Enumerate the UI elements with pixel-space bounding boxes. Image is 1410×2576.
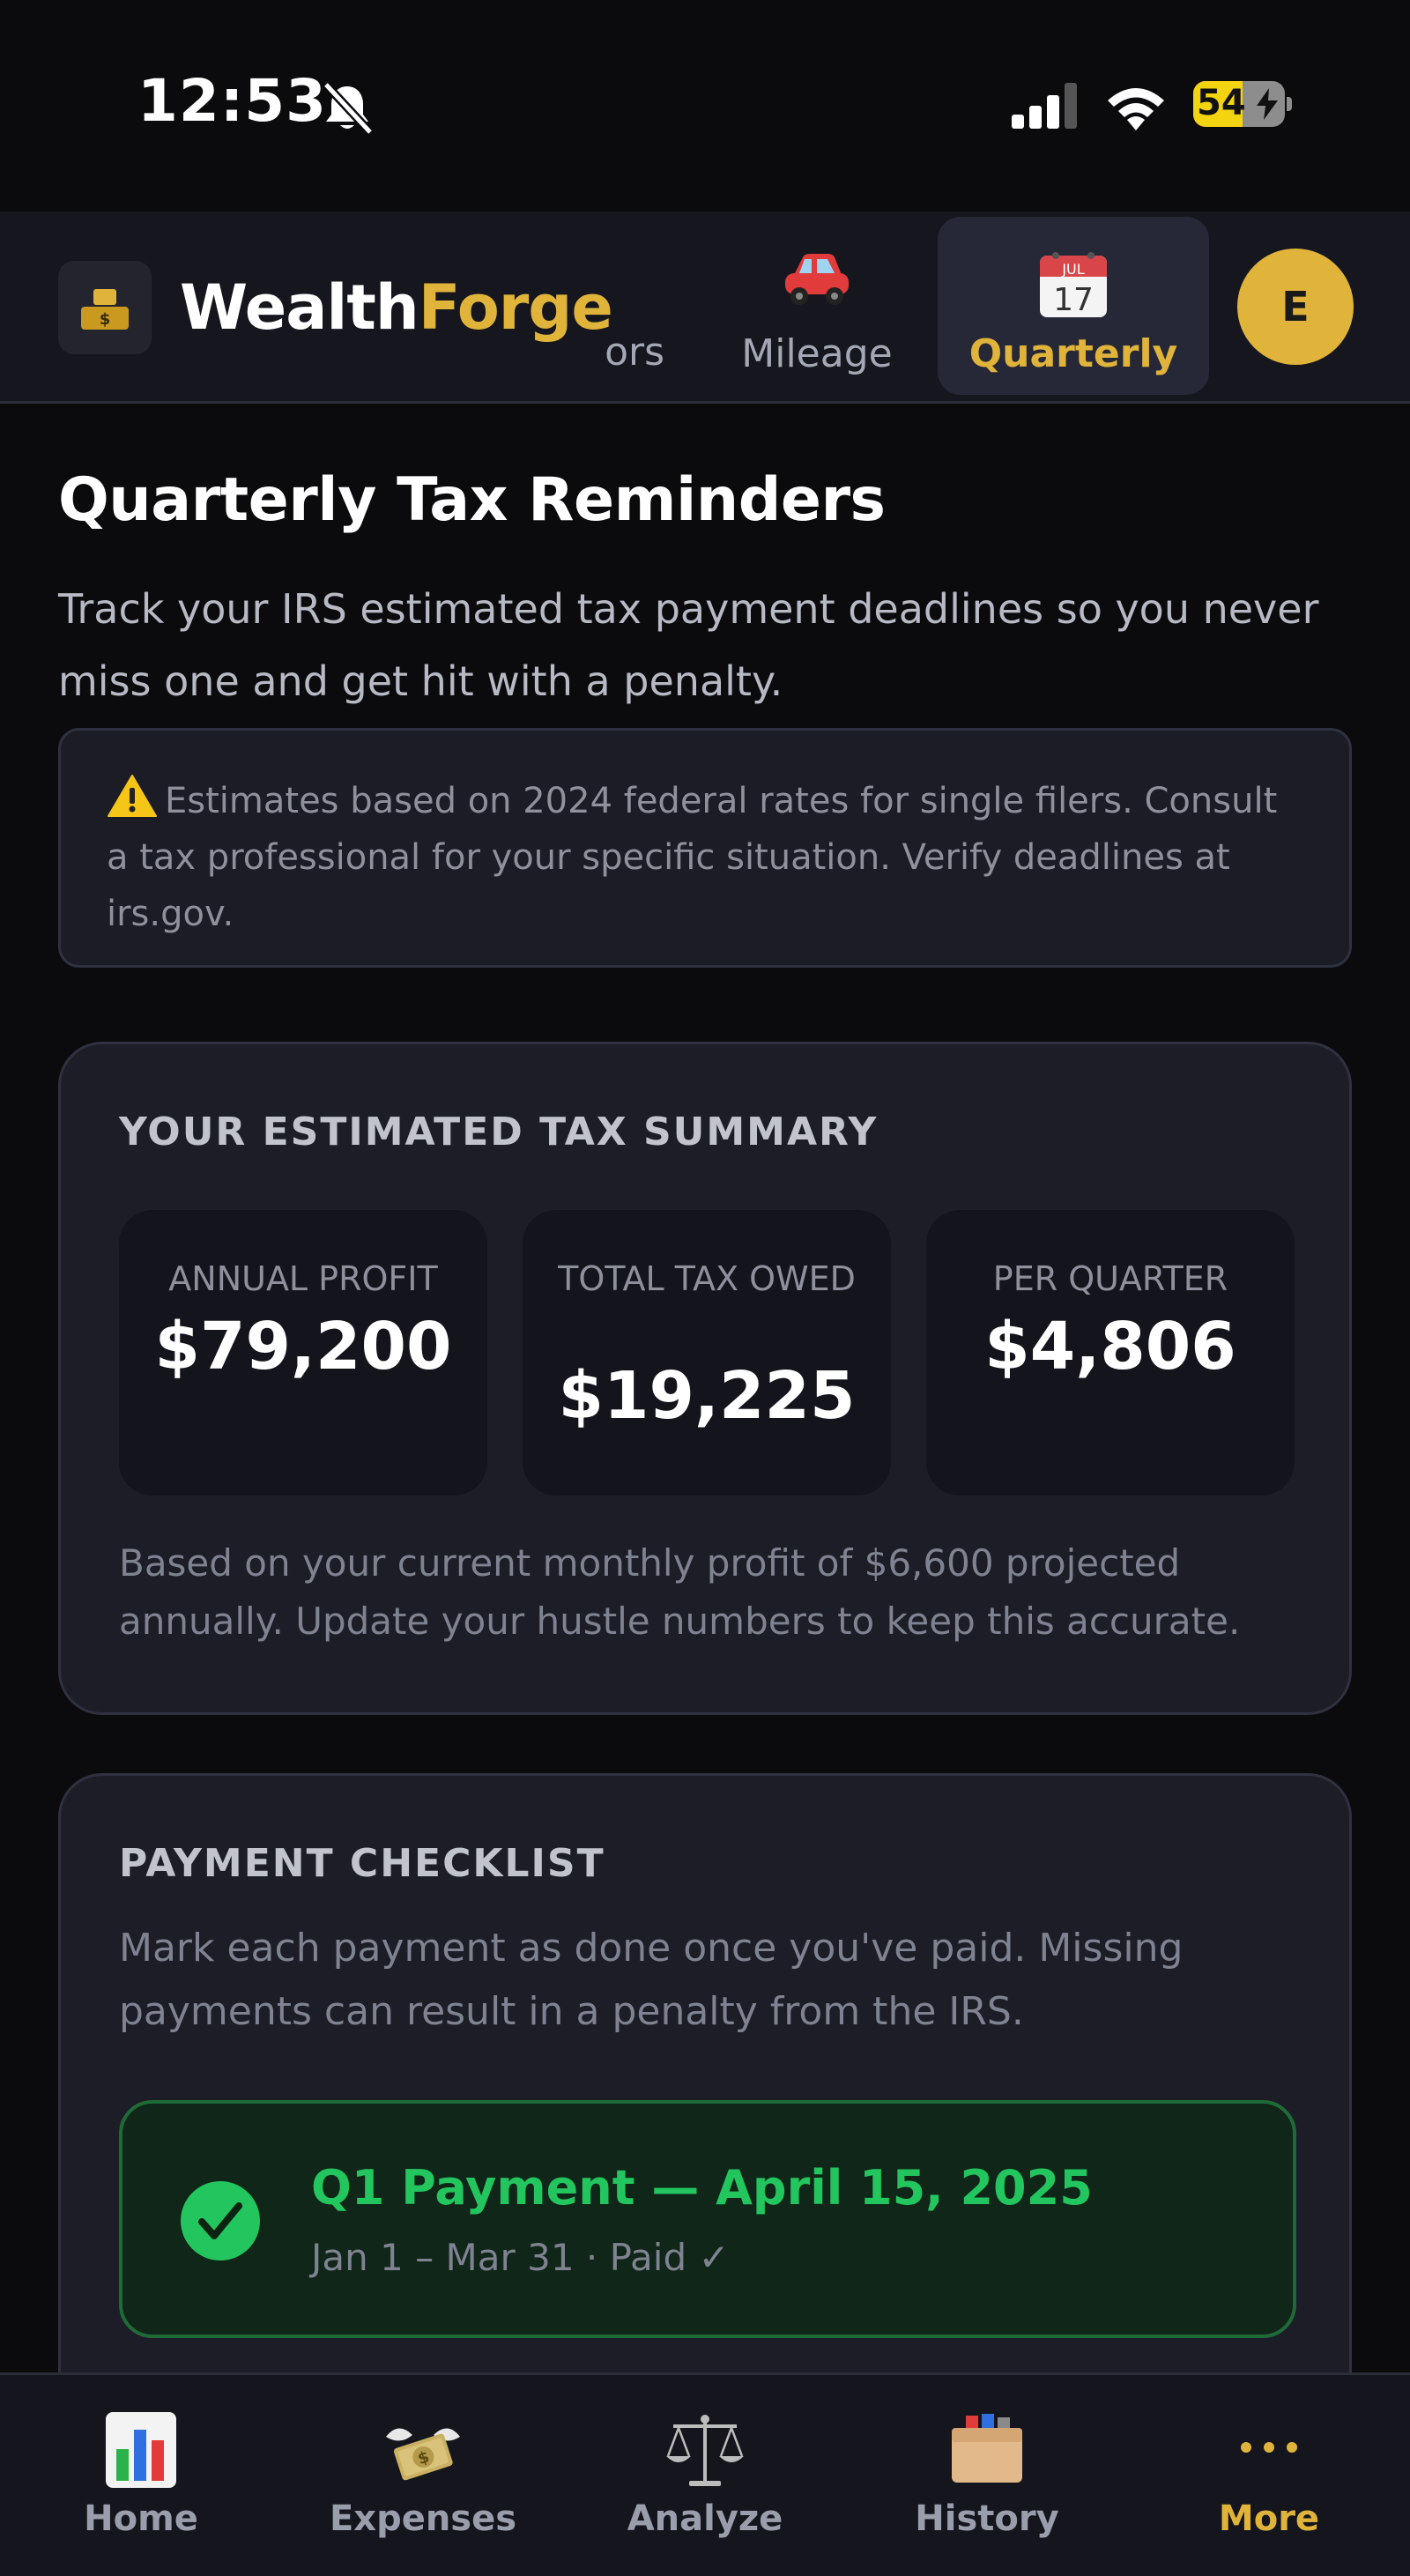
tax-summary-title: YOUR ESTIMATED TAX SUMMARY [119, 1110, 879, 1154]
tab-mileage[interactable]: Mileage [714, 217, 920, 395]
disclaimer-text: Estimates based on 2024 federal rates fo… [107, 781, 1278, 934]
battery-percent: 54 [1197, 83, 1246, 123]
checklist-title: PAYMENT CHECKLIST [119, 1841, 605, 1886]
bar-chart-icon [106, 2412, 176, 2488]
payment-item-q1[interactable]: Q1 Payment — April 15, 2025 Jan 1 – Mar … [119, 2100, 1296, 2338]
nav-expenses[interactable]: $ Expenses [308, 2410, 538, 2543]
status-time: 12:53 [137, 67, 328, 135]
nav-history-label: History [915, 2498, 1059, 2539]
disclaimer-banner: Estimates based on 2024 federal rates fo… [58, 728, 1352, 968]
brand-name: WealthForge [180, 271, 613, 344]
warning-icon [108, 775, 157, 817]
payment-title: Q1 Payment — April 15, 2025 [311, 2160, 1093, 2216]
stat-label: PER QUARTER [992, 1259, 1228, 1298]
stat-label: ANNUAL PROFIT [168, 1259, 438, 1298]
more-dots-icon [1241, 2442, 1297, 2453]
logo[interactable]: $ [58, 261, 152, 354]
stat-label: TOTAL TAX OWED [558, 1259, 856, 1298]
tab-mileage-label: Mileage [741, 331, 893, 376]
summary-note: Based on your current monthly profit of … [119, 1541, 1241, 1643]
scales-icon [666, 2415, 744, 2486]
brand-accent: Forge [418, 271, 613, 344]
tab-quarterly[interactable]: JUL 17 Quarterly [938, 217, 1209, 395]
nav-expenses-label: Expenses [329, 2498, 517, 2539]
svg-text:$: $ [100, 310, 111, 329]
charging-bolt-icon [1257, 88, 1278, 120]
stat-value: $79,200 [154, 1309, 452, 1385]
money-wings-icon: $ [386, 2428, 460, 2481]
tax-summary-card: YOUR ESTIMATED TAX SUMMARY ANNUAL PROFIT… [58, 1042, 1352, 1715]
wifi-icon [1108, 88, 1164, 130]
page-subtitle: Track your IRS estimated tax payment dea… [58, 585, 1319, 705]
bell-slash-icon [323, 81, 374, 136]
status-bar: 12:53 54 [0, 0, 1410, 212]
gold-bars-icon: $ [81, 289, 129, 330]
car-icon [785, 254, 849, 305]
checklist-description: Mark each payment as done once you've pa… [119, 1926, 1184, 2034]
nav-more[interactable]: More [1154, 2410, 1384, 2543]
payment-subtitle: Jan 1 – Mar 31 · Paid ✓ [311, 2236, 730, 2279]
stat-per-quarter: PER QUARTER $4,806 [926, 1210, 1295, 1496]
bottom-nav: Home $ Expenses Analyze History More [0, 2372, 1410, 2576]
battery-indicator: 54 [1193, 81, 1292, 127]
nav-home[interactable]: Home [26, 2410, 256, 2543]
app-header: $ WealthForge ors Mileage JUL 17 Quarter… [0, 212, 1410, 404]
stat-annual-profit: ANNUAL PROFIT $79,200 [119, 1210, 487, 1496]
checkmark-icon [198, 2202, 242, 2239]
nav-home-label: Home [84, 2498, 198, 2539]
paid-checkbox[interactable] [181, 2181, 260, 2260]
svg-text:17: 17 [1053, 282, 1094, 318]
nav-analyze-label: Analyze [627, 2498, 783, 2539]
nav-history[interactable]: History [872, 2410, 1102, 2543]
brand-primary: Wealth [180, 271, 419, 344]
tab-partial-hidden[interactable]: ors [585, 330, 664, 375]
nav-more-label: More [1218, 2498, 1320, 2539]
tab-quarterly-label: Quarterly [968, 331, 1178, 376]
stat-total-tax-owed: TOTAL TAX OWED $19,225 [523, 1210, 891, 1496]
user-avatar[interactable]: E [1237, 249, 1354, 365]
stat-value: $4,806 [984, 1309, 1236, 1385]
card-file-box-icon [952, 2414, 1022, 2483]
cellular-signal-icon [1012, 83, 1077, 129]
svg-text:JUL: JUL [1061, 261, 1084, 278]
calendar-icon: JUL 17 [1040, 252, 1107, 318]
nav-analyze[interactable]: Analyze [590, 2410, 820, 2543]
stat-value: $19,225 [558, 1358, 856, 1434]
page-title: Quarterly Tax Reminders [58, 465, 886, 535]
